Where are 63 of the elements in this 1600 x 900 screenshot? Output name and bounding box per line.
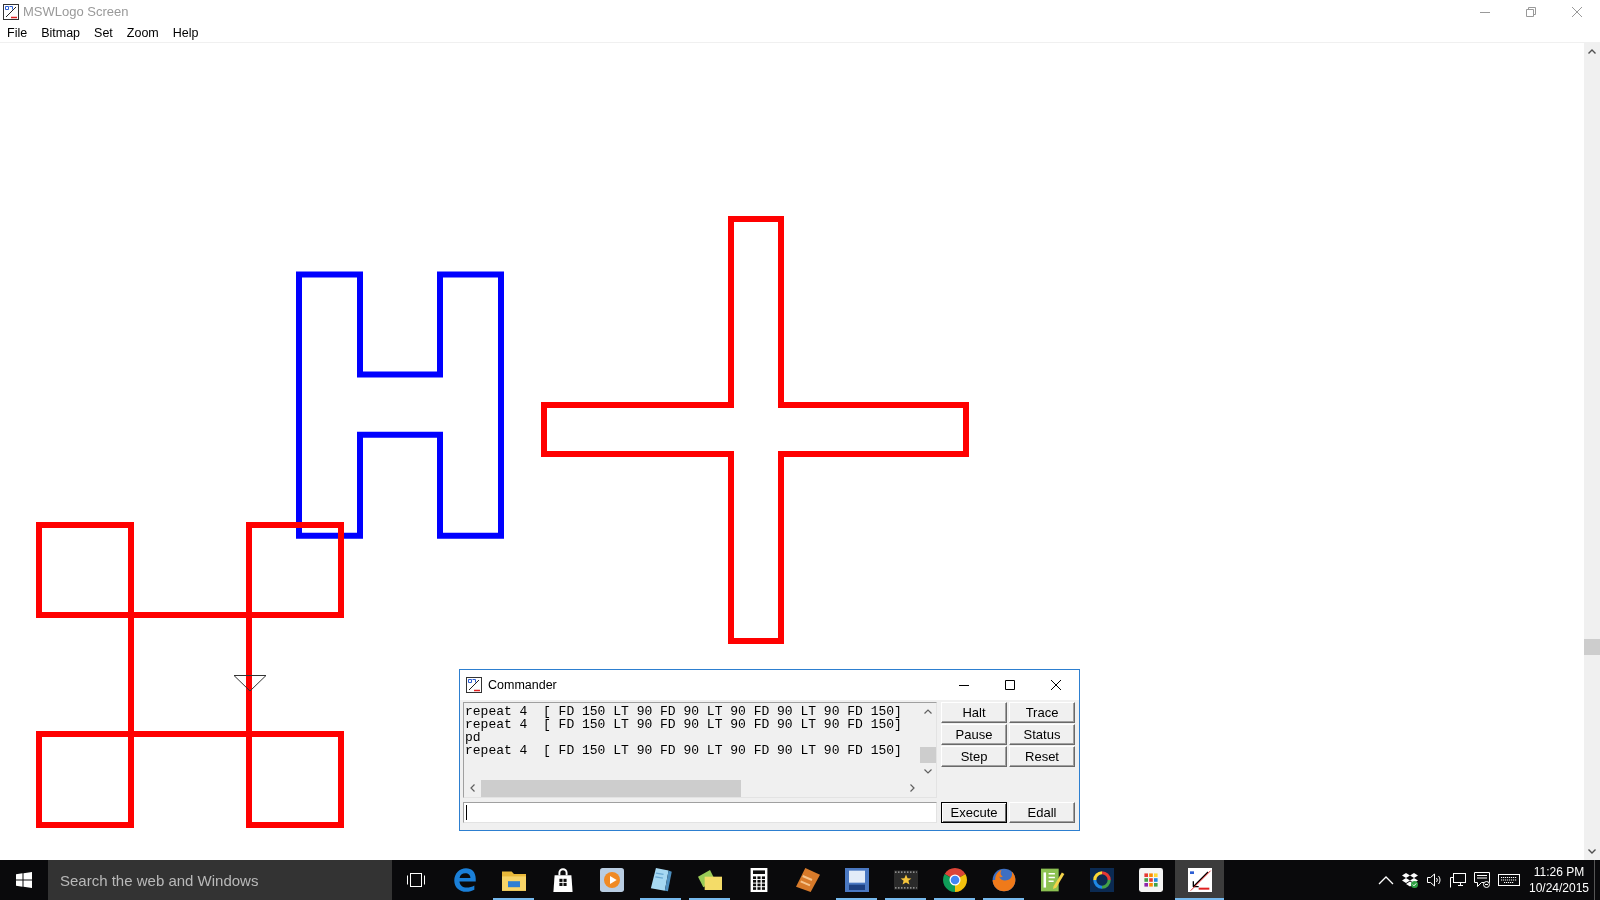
vertical-scrollbar[interactable] bbox=[1584, 43, 1600, 860]
folders-icon bbox=[697, 868, 722, 892]
chevron-up-icon bbox=[924, 709, 932, 714]
slanted-film-icon bbox=[795, 868, 820, 892]
package-check-icon bbox=[1402, 872, 1418, 888]
menu-item[interactable]: Help bbox=[165, 23, 206, 42]
maximize-icon bbox=[1005, 680, 1015, 690]
sketch-tile-icon bbox=[3, 3, 19, 20]
menu-item[interactable]: File bbox=[0, 23, 35, 42]
diagonal-arrow-tile-icon bbox=[1187, 868, 1212, 892]
scrollbar-thumb[interactable] bbox=[481, 780, 741, 797]
menu-item[interactable]: Bitmap bbox=[34, 23, 88, 42]
menu-item[interactable]: Set bbox=[87, 23, 120, 42]
speaker-icon bbox=[1426, 872, 1442, 888]
command-button[interactable]: Edall bbox=[1009, 802, 1075, 823]
message-lines-icon bbox=[1474, 872, 1490, 888]
keyboard-icon bbox=[1498, 874, 1520, 886]
stacked-rectangles-icon bbox=[406, 872, 426, 888]
history-line[interactable]: repeat 4 [ FD 150 LT 90 FD 90 LT 90 FD 90 LT 90 FD 150] bbox=[465, 744, 902, 757]
command-button[interactable]: Step bbox=[941, 746, 1007, 767]
history-line[interactable]: pd bbox=[465, 731, 481, 744]
fox-globe-icon bbox=[991, 868, 1016, 892]
text-cursor-icon bbox=[466, 805, 467, 820]
segmented-circle-icon bbox=[942, 868, 967, 892]
pen-document-icon bbox=[1040, 868, 1065, 892]
command-button[interactable]: Execute bbox=[941, 802, 1007, 823]
taskbar-app-button[interactable] bbox=[1175, 860, 1224, 900]
window-title: MSWLogo Screen bbox=[23, 4, 129, 19]
command-input-field[interactable] bbox=[463, 802, 937, 823]
chevron-left-icon bbox=[469, 784, 475, 792]
ring-tile-icon bbox=[1089, 868, 1114, 892]
command-button[interactable]: Pause bbox=[941, 724, 1007, 745]
restore-icon bbox=[1526, 6, 1536, 17]
triangle-cursor-icon bbox=[233, 675, 267, 692]
search-field[interactable]: Search the web and Windows bbox=[48, 860, 392, 900]
history-line[interactable]: repeat 4 [ FD 150 LT 90 FD 90 LT 90 FD 90 LT 90 FD 150] bbox=[465, 705, 902, 718]
menu-item[interactable]: Zoom bbox=[119, 23, 166, 42]
four-panes-icon bbox=[16, 872, 32, 888]
chevron-up-icon bbox=[1588, 49, 1596, 54]
e-shape-icon bbox=[452, 868, 477, 892]
close-icon bbox=[1051, 680, 1061, 690]
shopping-bag-icon bbox=[550, 868, 575, 892]
history-line[interactable]: repeat 4 [ FD 150 LT 90 FD 90 LT 90 FD 90 LT 90 FD 150] bbox=[465, 718, 902, 731]
command-button[interactable]: Reset bbox=[1009, 746, 1075, 767]
star-film-icon bbox=[893, 868, 918, 892]
film-frame-icon bbox=[844, 868, 869, 892]
command-button[interactable]: Trace bbox=[1009, 702, 1075, 723]
scrollbar-thumb[interactable] bbox=[1584, 639, 1600, 655]
chevron-up-icon bbox=[1378, 875, 1394, 885]
window-title: Commander bbox=[488, 678, 557, 692]
chevron-down-icon bbox=[1588, 849, 1596, 854]
chevron-right-icon bbox=[909, 784, 915, 792]
command-button[interactable]: Status bbox=[1009, 724, 1075, 745]
monitor-icon bbox=[1450, 872, 1466, 888]
clock-button[interactable]: 11:26 PM 10/24/2015 bbox=[1524, 860, 1594, 900]
tilted-book-icon bbox=[648, 868, 673, 892]
close-icon bbox=[1572, 6, 1582, 17]
dot-grid-icon bbox=[1138, 868, 1163, 892]
scrollbar-thumb[interactable] bbox=[920, 747, 936, 763]
command-button[interactable]: Halt bbox=[941, 702, 1007, 723]
sketch-tile-icon bbox=[466, 677, 482, 693]
play-tile-icon bbox=[599, 868, 624, 892]
chevron-down-icon bbox=[924, 769, 932, 774]
